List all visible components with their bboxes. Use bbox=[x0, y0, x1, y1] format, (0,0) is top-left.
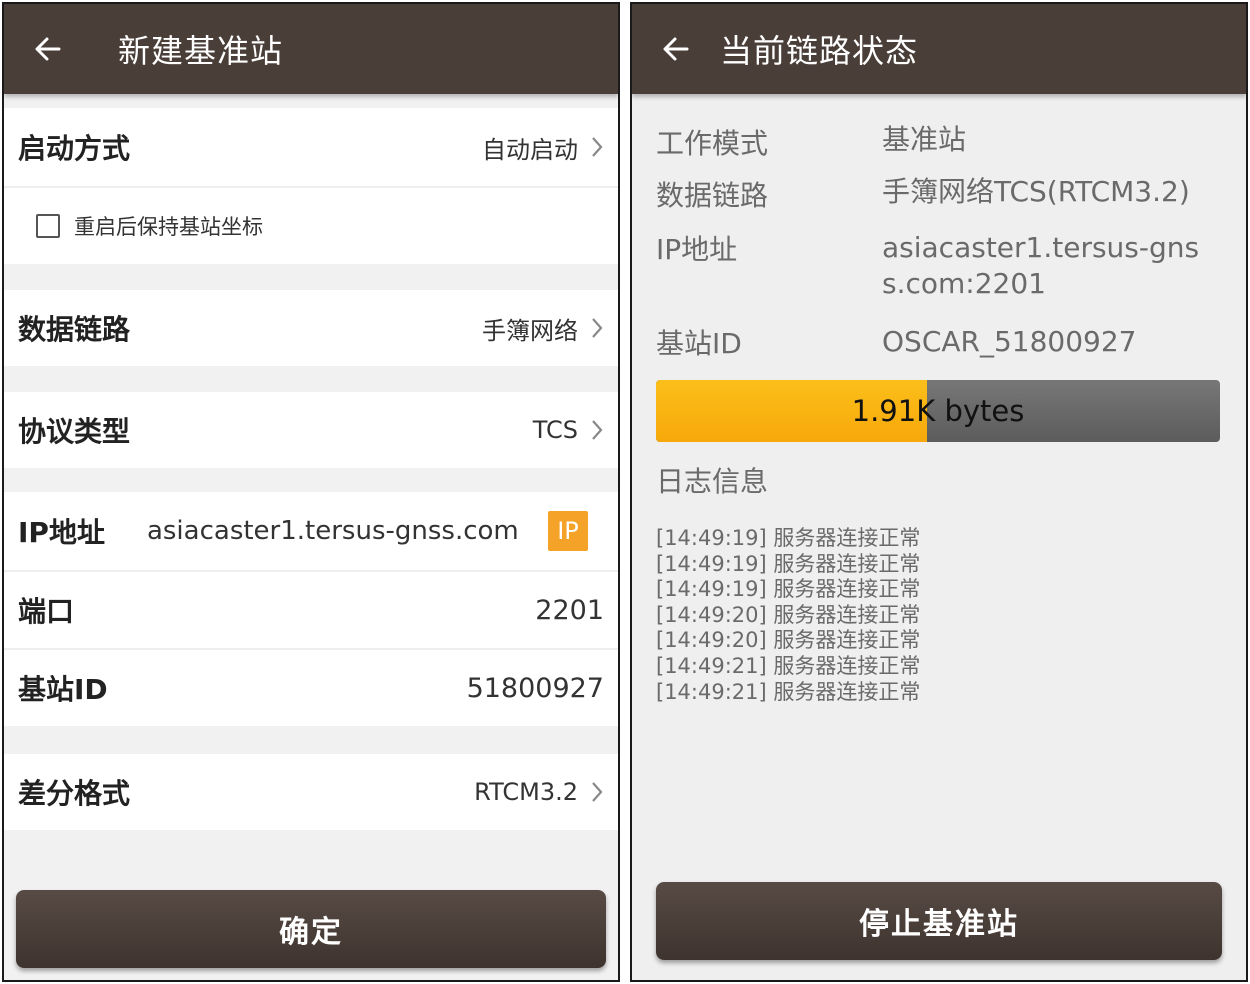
chevron-right-icon bbox=[590, 135, 604, 159]
chevron-right-icon bbox=[590, 780, 604, 804]
data-link-row[interactable]: 数据链路 手簿网络 bbox=[4, 290, 618, 366]
back-button[interactable] bbox=[18, 19, 78, 79]
port-label: 端口 bbox=[18, 595, 75, 628]
diff-format-row[interactable]: 差分格式 RTCM3.2 bbox=[4, 754, 618, 830]
arrow-left-icon bbox=[663, 37, 689, 61]
back-button[interactable] bbox=[646, 19, 706, 79]
log-entry: [14:49:21] 服务器连接正常 bbox=[656, 679, 921, 704]
work-mode-label: 工作模式 bbox=[656, 127, 769, 160]
ip-address-label: IP地址 bbox=[656, 233, 738, 266]
log-title: 日志信息 bbox=[656, 465, 769, 498]
data-link-value: 手簿网络 bbox=[482, 316, 578, 345]
log-entry: [14:49:19] 服务器连接正常 bbox=[656, 577, 921, 602]
data-link-label: 数据链路 bbox=[656, 179, 769, 212]
log-entry: [14:49:20] 服务器连接正常 bbox=[656, 628, 921, 653]
page-title: 新建基准站 bbox=[118, 32, 284, 70]
port-field[interactable]: 2201 bbox=[535, 595, 604, 626]
startup-mode-row[interactable]: 启动方式 自动启动 bbox=[4, 108, 618, 186]
ip-picker-button[interactable]: IP bbox=[548, 511, 588, 551]
log-entry: [14:49:19] 服务器连接正常 bbox=[656, 551, 921, 576]
work-mode-value: 基准站 bbox=[882, 123, 967, 156]
startup-mode-label: 启动方式 bbox=[18, 132, 131, 165]
page-title: 当前链路状态 bbox=[720, 32, 919, 70]
data-progress-bar: 1.91K bytes bbox=[656, 380, 1220, 442]
app-bar: 新建基准站 bbox=[4, 4, 618, 94]
progress-text: 1.91K bytes bbox=[851, 394, 1025, 428]
log-entry: [14:49:20] 服务器连接正常 bbox=[656, 602, 921, 627]
protocol-type-value: TCS bbox=[532, 416, 578, 444]
ip-address-label: IP地址 bbox=[18, 516, 105, 549]
base-id-row: 基站ID 51800927 bbox=[4, 650, 618, 726]
confirm-button[interactable]: 确定 bbox=[16, 890, 606, 968]
protocol-type-label: 协议类型 bbox=[18, 415, 131, 448]
chevron-right-icon bbox=[590, 316, 604, 340]
app-bar: 当前链路状态 bbox=[632, 4, 1246, 94]
checkbox-unchecked-icon[interactable] bbox=[36, 214, 60, 238]
base-id-value: OSCAR_51800927 bbox=[882, 325, 1137, 358]
link-status-screen: 当前链路状态 工作模式 基准站 数据链路 手簿网络TCS(RTCM3.2) IP… bbox=[630, 2, 1248, 982]
keep-coords-label: 重启后保持基站坐标 bbox=[74, 215, 263, 239]
stop-base-station-button[interactable]: 停止基准站 bbox=[656, 882, 1222, 960]
ip-address-row: IP地址 asiacaster1.tersus-gnss.com IP bbox=[4, 492, 618, 570]
base-id-field[interactable]: 51800927 bbox=[467, 673, 604, 704]
ip-address-value: asiacaster1.tersus-gnss.com:2201 bbox=[882, 231, 1200, 300]
arrow-left-icon bbox=[35, 37, 61, 61]
base-id-label: 基站ID bbox=[656, 327, 742, 360]
data-link-value: 手簿网络TCS(RTCM3.2) bbox=[882, 175, 1190, 208]
log-entry: [14:49:19] 服务器连接正常 bbox=[656, 526, 921, 550]
diff-format-value: RTCM3.2 bbox=[474, 778, 578, 806]
ip-address-field[interactable]: asiacaster1.tersus-gnss.com bbox=[147, 516, 519, 546]
keep-coords-row[interactable]: 重启后保持基站坐标 bbox=[4, 188, 618, 264]
protocol-type-row[interactable]: 协议类型 TCS bbox=[4, 392, 618, 468]
base-id-label: 基站ID bbox=[18, 673, 108, 706]
diff-format-label: 差分格式 bbox=[18, 777, 131, 810]
chevron-right-icon bbox=[590, 418, 604, 442]
port-row: 端口 2201 bbox=[4, 572, 618, 648]
new-base-station-screen: 新建基准站 启动方式 自动启动 重启后保持基站坐标 数据链路 手簿网络 协议类型… bbox=[2, 2, 620, 982]
data-link-label: 数据链路 bbox=[18, 313, 131, 346]
startup-mode-value: 自动启动 bbox=[482, 135, 578, 164]
log-entry: [14:49:21] 服务器连接正常 bbox=[656, 653, 921, 678]
log-list: [14:49:19] 服务器连接正常 [14:49:19] 服务器连接正常 [1… bbox=[656, 526, 920, 705]
